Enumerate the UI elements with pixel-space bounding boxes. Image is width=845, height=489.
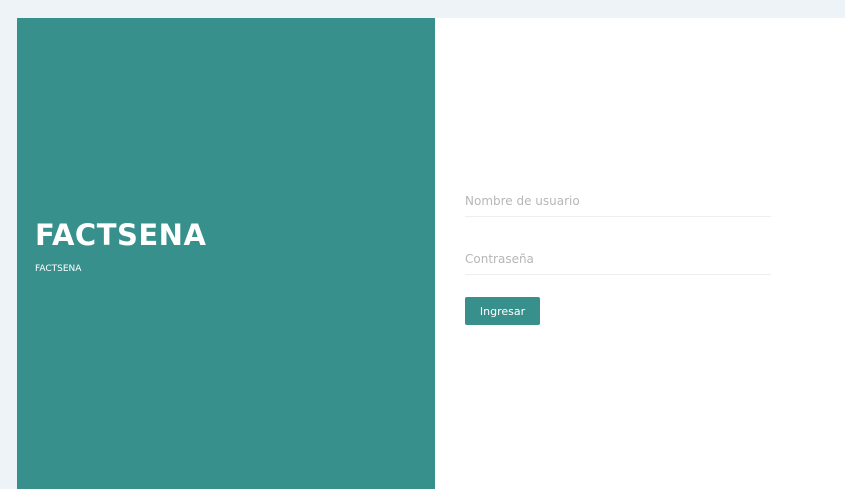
brand-subtitle: FACTSENA — [35, 264, 82, 274]
brand-panel: FACTSENA FACTSENA — [17, 18, 435, 489]
brand-title: FACTSENA — [35, 218, 207, 252]
login-form-panel: Ingresar — [435, 18, 845, 489]
username-input[interactable] — [465, 194, 771, 217]
password-input[interactable] — [465, 252, 771, 275]
login-button[interactable]: Ingresar — [465, 297, 540, 325]
login-card: FACTSENA FACTSENA Ingresar — [17, 18, 845, 489]
page-background: FACTSENA FACTSENA Ingresar — [0, 0, 845, 489]
